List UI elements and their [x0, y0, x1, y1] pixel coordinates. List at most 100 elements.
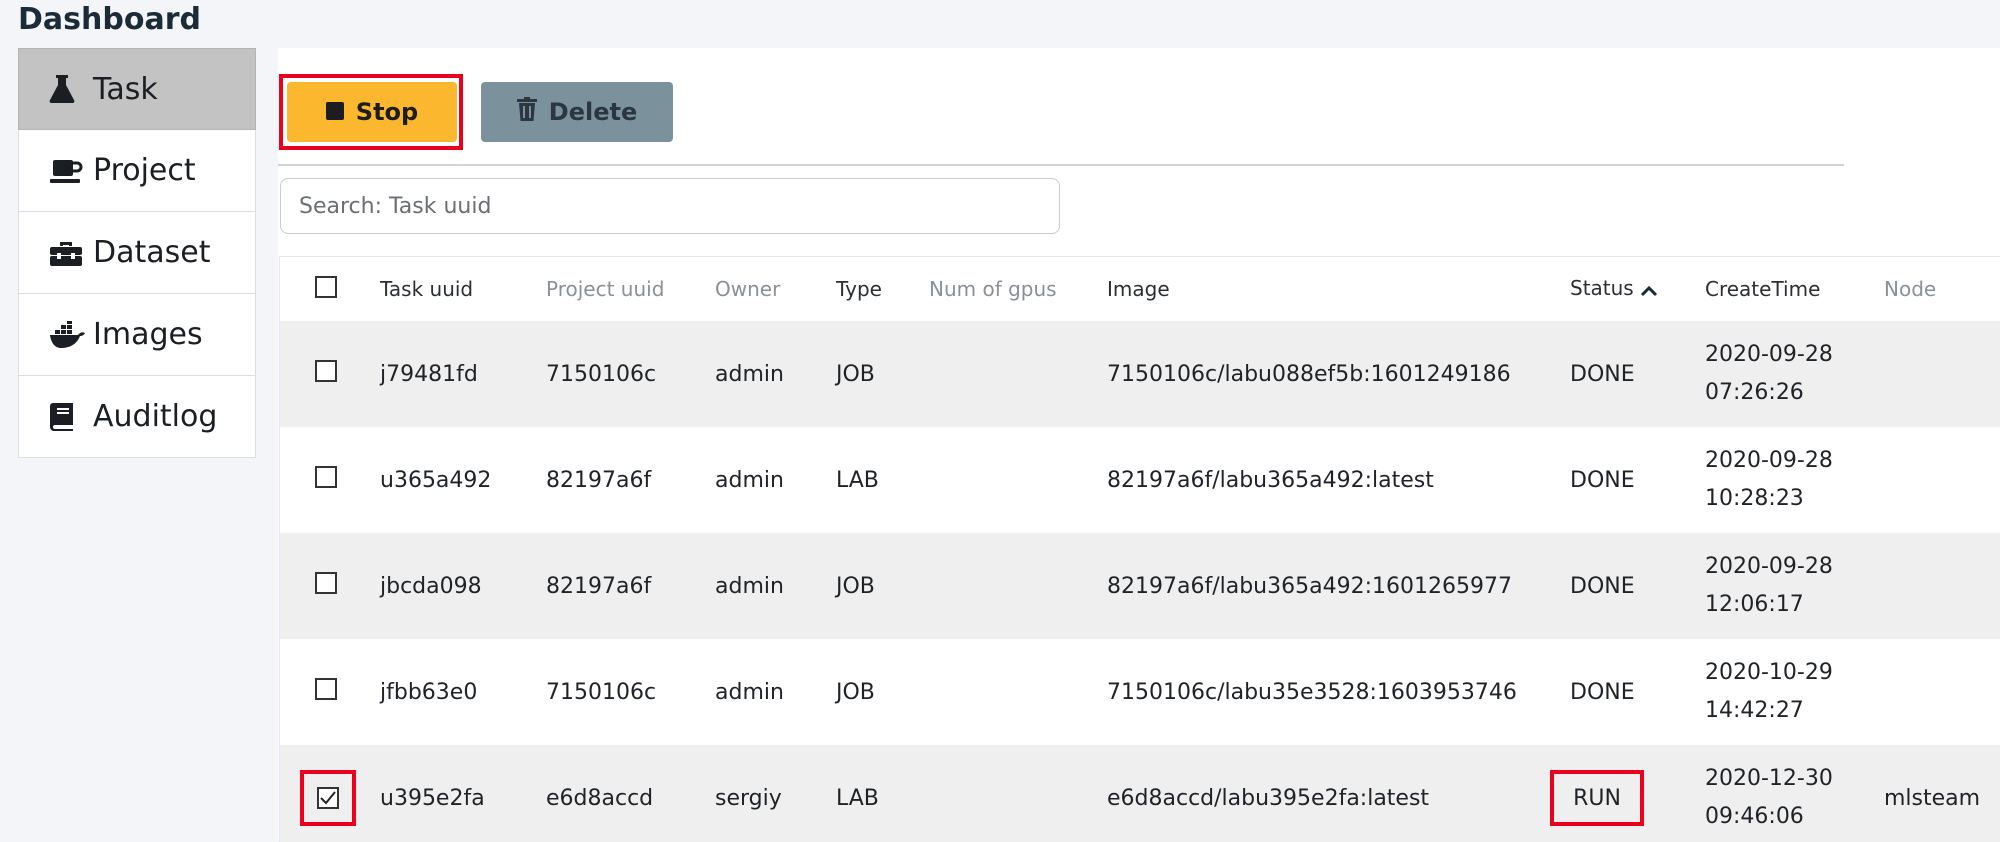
cell-type: LAB [836, 467, 879, 493]
checkbox-highlight [300, 770, 356, 826]
cell-owner: admin [715, 573, 784, 599]
cell-project-uuid: 82197a6f [546, 573, 652, 599]
cell-task-uuid: jfbb63e0 [380, 679, 478, 705]
cell-image: 7150106c/labu35e3528:1603953746 [1107, 679, 1517, 705]
header-status[interactable]: Status [1570, 257, 1705, 321]
toolbar-divider [278, 164, 1844, 166]
row-checkbox[interactable] [315, 678, 337, 700]
cell-node: mlsteam [1884, 785, 1981, 811]
create-date: 2020-09-28 [1705, 448, 1833, 473]
cell-type: JOB [836, 573, 875, 599]
cell-num-gpus [929, 321, 1107, 427]
header-task-uuid[interactable]: Task uuid [380, 257, 546, 321]
cell-create-time: 2020-09-28 07:26:26 [1705, 321, 1884, 427]
select-all-checkbox[interactable] [315, 275, 337, 298]
cell-task-uuid: jbcda098 [380, 573, 482, 599]
cell-num-gpus [929, 745, 1107, 842]
cell-project-uuid: e6d8accd [546, 785, 654, 811]
cell-node [1884, 321, 2000, 427]
cell-status: DONE [1570, 467, 1635, 493]
book-icon [49, 402, 93, 432]
trash-icon [516, 97, 537, 127]
cell-task-uuid: u365a492 [380, 467, 492, 493]
cell-num-gpus [929, 533, 1107, 639]
create-date: 2020-09-28 [1705, 342, 1833, 367]
header-image[interactable]: Image [1107, 257, 1570, 321]
cell-task-uuid: u395e2fa [380, 785, 485, 811]
row-select-cell [280, 639, 380, 745]
header-project-uuid[interactable]: Project uuid [546, 257, 715, 321]
cell-create-time: 2020-09-28 10:28:23 [1705, 427, 1884, 533]
sidebar-item-label: Auditlog [93, 399, 218, 434]
stop-button[interactable]: Stop [287, 82, 457, 142]
sidebar-item-auditlog[interactable]: Auditlog [18, 376, 256, 458]
sidebar-item-project[interactable]: Project [18, 130, 256, 212]
sidebar-item-images[interactable]: Images [18, 294, 256, 376]
cell-node [1884, 427, 2000, 533]
header-num-gpus[interactable]: Num of gpus [929, 257, 1107, 321]
app-title: Dashboard [18, 2, 201, 37]
checkmark-icon [320, 786, 336, 811]
header-node[interactable]: Node [1884, 257, 2000, 321]
create-time: 14:42:27 [1705, 698, 1804, 723]
flask-icon [49, 74, 93, 104]
table-row[interactable]: j79481fd 7150106c admin JOB 7150106c/lab… [280, 321, 2000, 427]
cell-type: LAB [836, 785, 879, 811]
cell-owner: admin [715, 679, 784, 705]
cell-node [1884, 639, 2000, 745]
sidebar-item-label: Dataset [93, 235, 211, 270]
cell-task-uuid: j79481fd [380, 361, 478, 387]
cell-project-uuid: 82197a6f [546, 467, 652, 493]
cell-create-time: 2020-12-30 09:46:06 [1705, 745, 1884, 842]
cell-status: DONE [1570, 679, 1635, 705]
row-checkbox[interactable] [315, 466, 337, 488]
table-row[interactable]: jbcda098 82197a6f admin JOB 82197a6f/lab… [280, 533, 2000, 639]
cell-status: DONE [1570, 573, 1635, 599]
cell-num-gpus [929, 639, 1107, 745]
cell-image: e6d8accd/labu395e2fa:latest [1107, 785, 1430, 811]
header-status-label: Status [1570, 276, 1634, 301]
main-panel: Stop Delete Task uuid Project uui [278, 48, 2000, 842]
row-select-cell [280, 321, 380, 427]
cell-image: 7150106c/labu088ef5b:1601249186 [1107, 361, 1511, 387]
stop-button-label: Stop [355, 98, 419, 126]
select-all-header [280, 257, 380, 321]
row-select-cell [280, 427, 380, 533]
row-checkbox[interactable] [315, 572, 337, 594]
table-header-row: Task uuid Project uuid Owner Type Num of… [280, 257, 2000, 321]
cell-num-gpus [929, 427, 1107, 533]
table-row-selected[interactable]: u395e2fa e6d8accd sergiy LAB e6d8accd/la… [280, 745, 2000, 842]
header-type[interactable]: Type [836, 257, 929, 321]
task-table: Task uuid Project uuid Owner Type Num of… [279, 256, 2000, 842]
create-time: 09:46:06 [1705, 804, 1804, 829]
sidebar-item-task[interactable]: Task [18, 48, 256, 130]
row-checkbox-checked[interactable] [317, 787, 339, 809]
search-input[interactable] [280, 178, 1060, 234]
cell-project-uuid: 7150106c [546, 679, 657, 705]
header-create-time[interactable]: CreateTime [1705, 257, 1884, 321]
stop-icon [325, 98, 344, 126]
sidebar-item-label: Images [93, 317, 203, 352]
cell-owner: admin [715, 361, 784, 387]
delete-button[interactable]: Delete [481, 82, 673, 142]
table-row[interactable]: u365a492 82197a6f admin LAB 82197a6f/lab… [280, 427, 2000, 533]
cell-owner: admin [715, 467, 784, 493]
sidebar-item-dataset[interactable]: Dataset [18, 212, 256, 294]
sidebar: Task Project Dataset Images Auditlog [18, 48, 256, 458]
cell-node [1884, 533, 2000, 639]
create-date: 2020-12-30 [1705, 766, 1833, 791]
cell-type: JOB [836, 361, 875, 387]
create-date: 2020-09-28 [1705, 554, 1833, 579]
cell-status: RUN [1550, 745, 1705, 842]
row-checkbox[interactable] [315, 360, 337, 382]
create-time: 07:26:26 [1705, 380, 1804, 405]
status-value: RUN [1573, 785, 1621, 811]
table-row[interactable]: jfbb63e0 7150106c admin JOB 7150106c/lab… [280, 639, 2000, 745]
create-time: 10:28:23 [1705, 486, 1804, 511]
cell-create-time: 2020-09-28 12:06:17 [1705, 533, 1884, 639]
create-time: 12:06:17 [1705, 592, 1804, 617]
cell-project-uuid: 7150106c [546, 361, 657, 387]
sidebar-item-label: Task [93, 71, 158, 107]
header-owner[interactable]: Owner [715, 257, 836, 321]
create-date: 2020-10-29 [1705, 660, 1833, 685]
